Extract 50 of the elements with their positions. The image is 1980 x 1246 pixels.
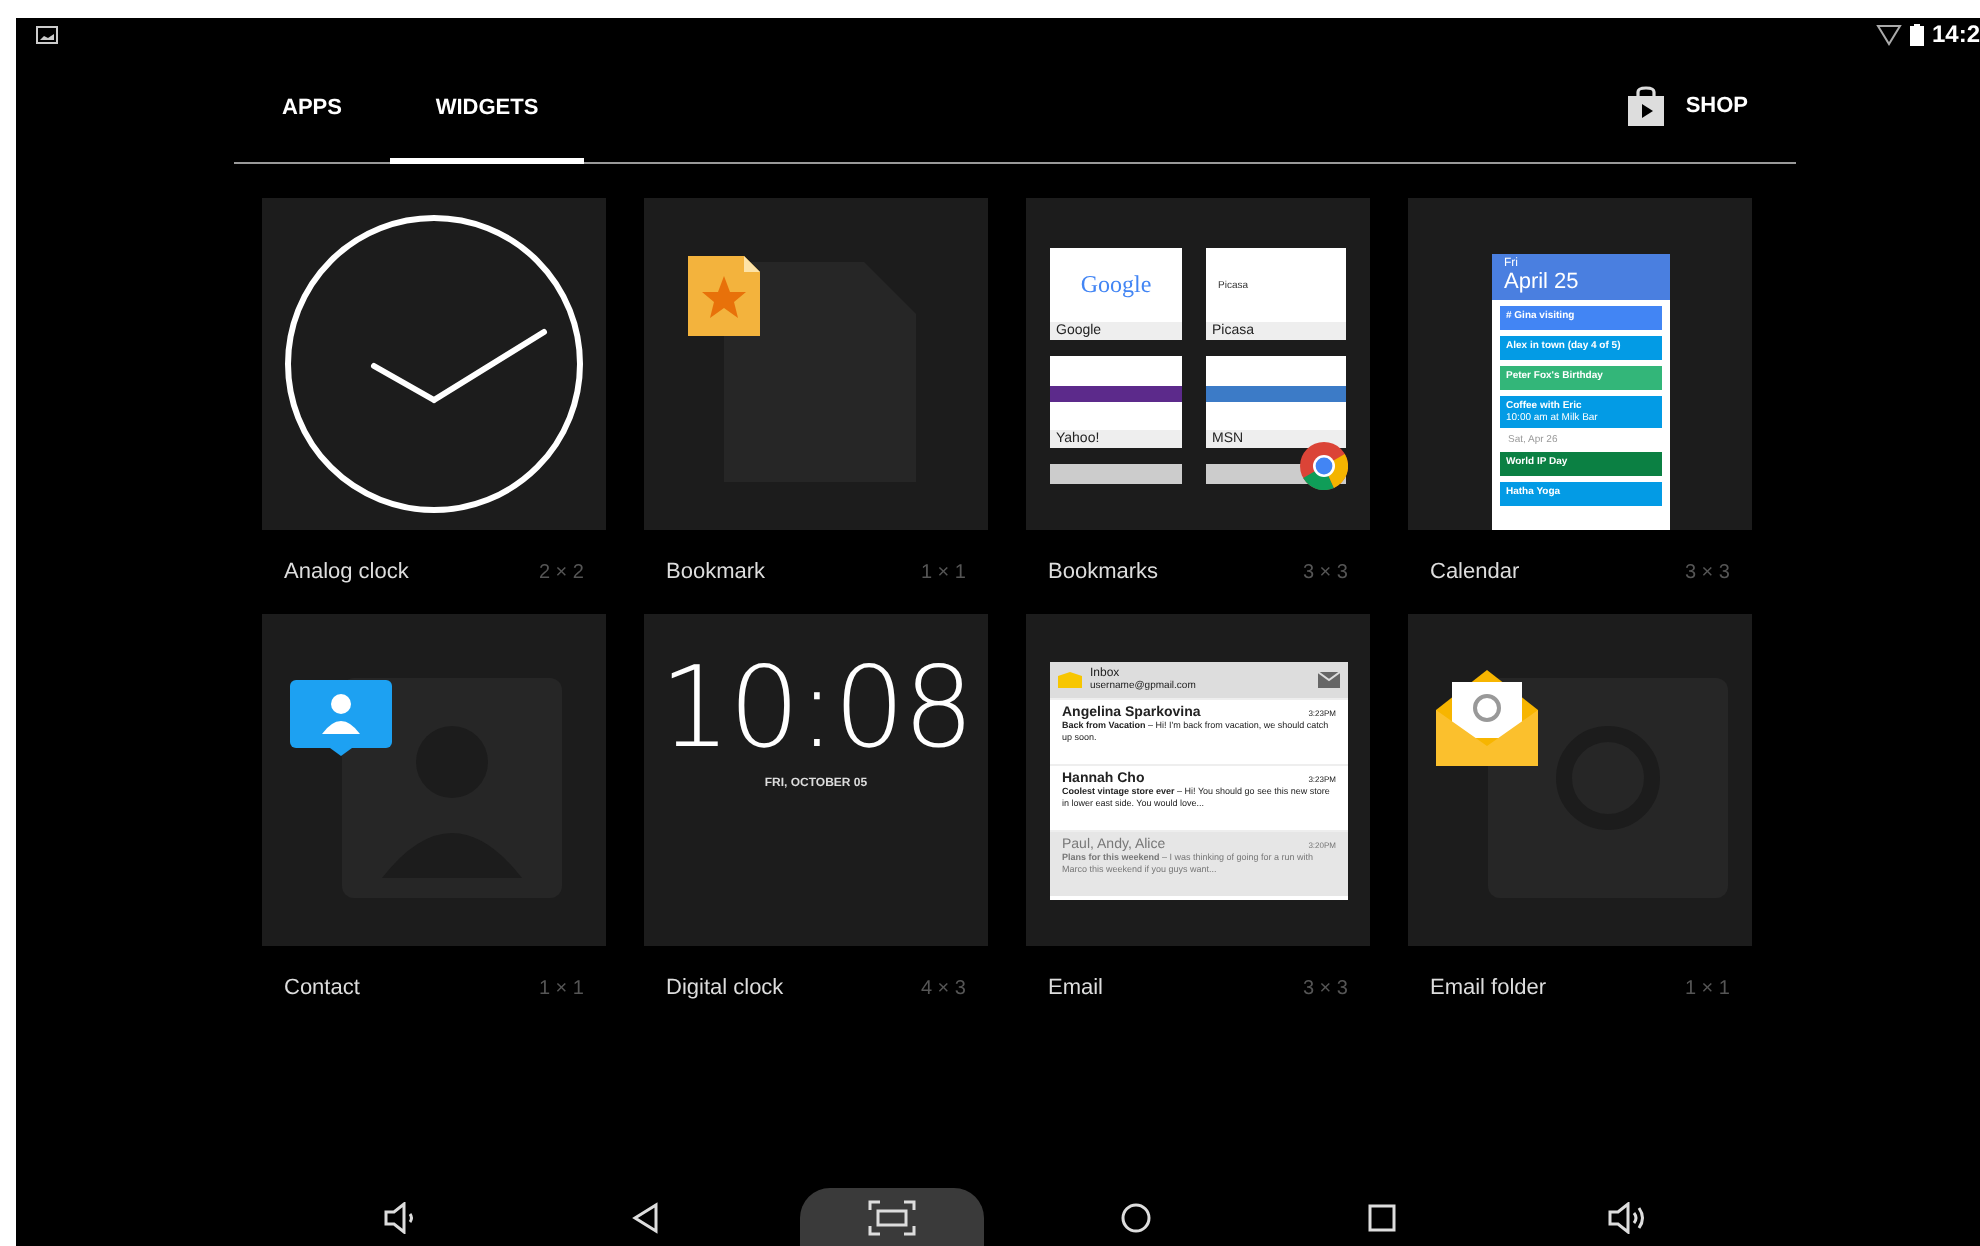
envelope-icon xyxy=(1488,678,1728,898)
picture-icon xyxy=(36,25,58,43)
logo-text: Google xyxy=(1080,270,1152,300)
widget-preview[interactable] xyxy=(1408,614,1752,946)
screenshot-icon xyxy=(867,1200,916,1236)
speaker-loud-icon xyxy=(1605,1202,1650,1234)
back-triangle-icon xyxy=(631,1202,660,1234)
widget-size: 3 × 3 xyxy=(1302,561,1348,583)
widget-size: 4 × 3 xyxy=(920,977,966,999)
site-header-bar xyxy=(1206,385,1346,401)
date-heading: April 25 xyxy=(1504,270,1581,294)
clock-time: 14:2 xyxy=(1931,20,1980,48)
widget-preview[interactable] xyxy=(262,614,606,946)
browser-logo-icon xyxy=(1300,442,1348,490)
shop-button[interactable]: SHOP xyxy=(1665,94,1796,118)
widget-size: 2 × 2 xyxy=(538,561,584,583)
widget-size: 1 × 1 xyxy=(538,977,584,999)
widget-size: 1 × 1 xyxy=(920,561,966,583)
clock-time: 10:08 xyxy=(659,646,973,774)
widget-size: 3 × 3 xyxy=(1302,977,1348,999)
widget-size: 3 × 3 xyxy=(1684,561,1730,583)
widget-name: Email folder xyxy=(1430,976,1547,1000)
wifi-icon xyxy=(1875,23,1902,45)
battery-icon xyxy=(1909,23,1924,45)
document-icon xyxy=(724,262,916,482)
widget-size: 1 × 1 xyxy=(1684,977,1730,999)
screenshot-button[interactable] xyxy=(799,1188,984,1246)
widget-name: Calendar xyxy=(1430,560,1520,584)
widget-preview[interactable] xyxy=(262,198,606,530)
widget-name: Bookmark xyxy=(666,560,766,584)
widget-name: Email xyxy=(1048,976,1104,1000)
widget-name: Bookmarks xyxy=(1048,560,1159,584)
widget-name: Digital clock xyxy=(666,976,784,1000)
recents-square-icon xyxy=(1368,1204,1397,1232)
email-folder-icon xyxy=(1436,670,1538,766)
home-circle-icon xyxy=(1120,1202,1153,1234)
person-icon xyxy=(342,678,562,898)
widget-preview[interactable] xyxy=(644,198,988,530)
widget-name: Analog clock xyxy=(284,560,409,584)
widget-preview[interactable] xyxy=(1026,614,1370,946)
tab[interactable]: APPS xyxy=(234,51,390,163)
contact-card-icon xyxy=(290,680,392,756)
envelope-icon[interactable] xyxy=(1318,671,1340,689)
widget-name: Contact xyxy=(284,976,360,1000)
tab[interactable]: WIDGETS xyxy=(390,51,584,163)
bookmark-thumbnail xyxy=(1050,464,1182,484)
speaker-quiet-icon xyxy=(382,1202,418,1234)
folder-icon xyxy=(1058,672,1082,688)
site-header-bar xyxy=(1050,385,1182,401)
shopping-bag-icon[interactable] xyxy=(1625,86,1666,126)
